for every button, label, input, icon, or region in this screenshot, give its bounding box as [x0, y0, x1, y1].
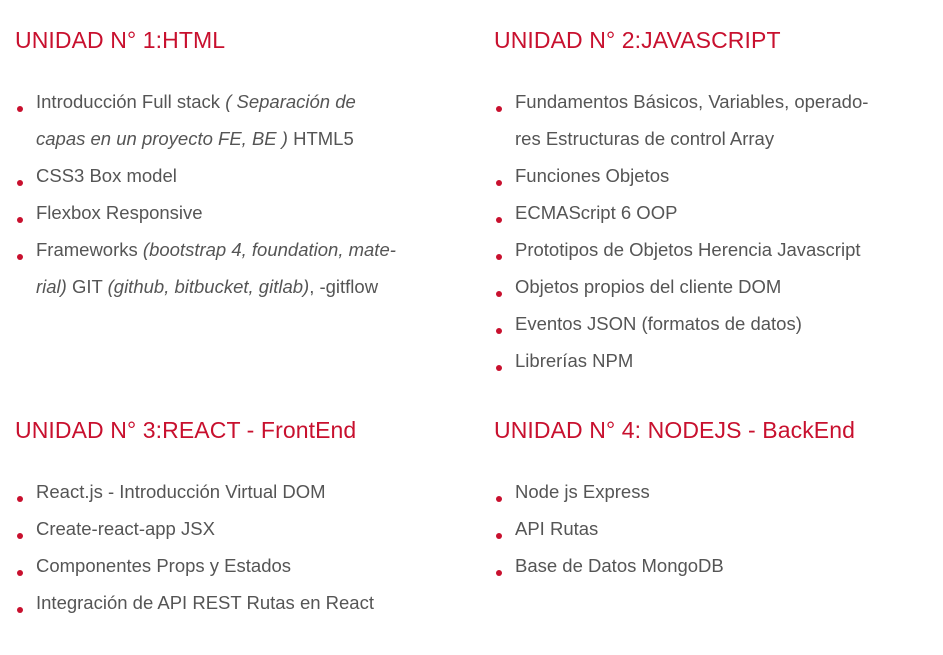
bullet-icon [496, 496, 502, 502]
list-item: Frameworks (bootstrap 4, foundation, mat… [15, 231, 455, 305]
list-item: Objetos propios del cliente DOM [494, 268, 934, 305]
bullet-icon [17, 607, 23, 613]
unit-4-section: UNIDAD N° 4: NODEJS - BackEnd Node js Ex… [494, 414, 934, 584]
unit-3-topic-list: React.js - Introducción Virtual DOM Crea… [15, 473, 455, 621]
bullet-icon [17, 106, 23, 112]
list-item: Node js Express [494, 473, 934, 510]
unit-3-section: UNIDAD N° 3:REACT - FrontEnd React.js - … [15, 414, 455, 621]
bullet-icon [17, 254, 23, 260]
list-item: Prototipos de Objetos Herencia Javascrip… [494, 231, 934, 268]
unit-2-title: UNIDAD N° 2:JAVASCRIPT [494, 27, 781, 53]
bullet-icon [496, 217, 502, 223]
bullet-icon [17, 570, 23, 576]
bullet-icon [17, 217, 23, 223]
list-item: API Rutas [494, 510, 934, 547]
bullet-icon [496, 365, 502, 371]
list-item: React.js - Introducción Virtual DOM [15, 473, 455, 510]
list-item: Create-react-app JSX [15, 510, 455, 547]
list-item: Fundamentos Básicos, Variables, operado-… [494, 83, 934, 157]
bullet-icon [496, 533, 502, 539]
bullet-icon [496, 291, 502, 297]
list-item: Flexbox Responsive [15, 194, 455, 231]
list-item: Base de Datos MongoDB [494, 547, 934, 584]
bullet-icon [496, 106, 502, 112]
list-item: CSS3 Box model [15, 157, 455, 194]
bullet-icon [496, 254, 502, 260]
bullet-icon [496, 180, 502, 186]
unit-1-topic-list: Introducción Full stack ( Separación de … [15, 83, 455, 305]
unit-4-topic-list: Node js Express API Rutas Base de Datos … [494, 473, 934, 584]
bullet-icon [17, 496, 23, 502]
list-item: Funciones Objetos [494, 157, 934, 194]
unit-4-title: UNIDAD N° 4: NODEJS - BackEnd [494, 417, 856, 443]
unit-3-title: UNIDAD N° 3:REACT - FrontEnd [15, 417, 357, 443]
bullet-icon [496, 570, 502, 576]
bullet-icon [496, 328, 502, 334]
unit-1-title: UNIDAD N° 1:HTML [15, 27, 226, 53]
bullet-icon [17, 180, 23, 186]
list-item: Introducción Full stack ( Separación de … [15, 83, 455, 157]
list-item: Eventos JSON (formatos de datos) [494, 305, 934, 342]
list-item: Integración de API REST Rutas en React [15, 584, 455, 621]
unit-1-section: UNIDAD N° 1:HTML Introducción Full stack… [15, 24, 455, 305]
list-item: Componentes Props y Estados [15, 547, 455, 584]
unit-2-section: UNIDAD N° 2:JAVASCRIPT Fundamentos Básic… [494, 24, 934, 379]
bullet-icon [17, 533, 23, 539]
list-item: Librerías NPM [494, 342, 934, 379]
unit-2-topic-list: Fundamentos Básicos, Variables, operado-… [494, 83, 934, 379]
list-item: ECMAScript 6 OOP [494, 194, 934, 231]
